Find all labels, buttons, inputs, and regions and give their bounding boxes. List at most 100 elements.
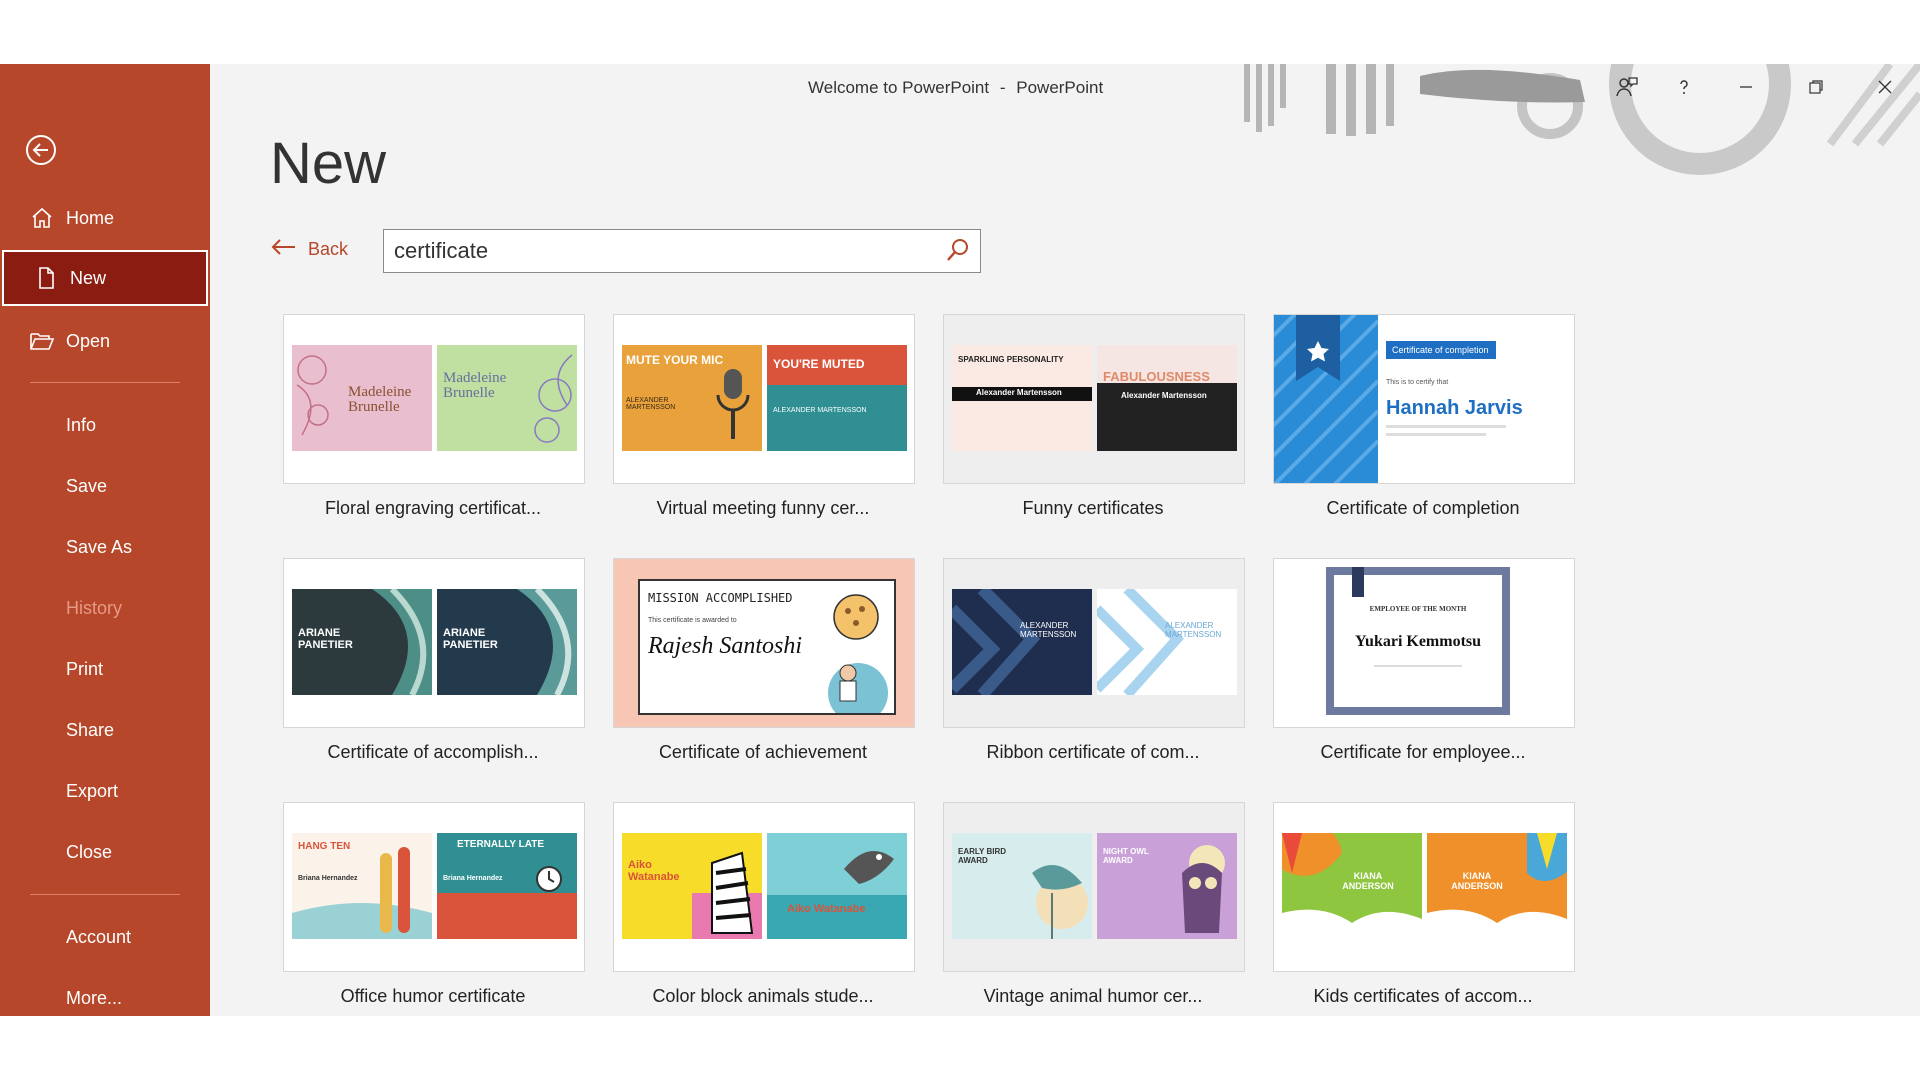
thumbnail-name-text: KIANA ANDERSON (1342, 871, 1394, 891)
template-label: Office humor certificate (340, 986, 526, 1006)
sidebar-item-history: History (0, 580, 210, 636)
thumbnail-card-right: Aiko Watanabe (767, 833, 907, 939)
sidebar-item-label: Save (66, 475, 108, 496)
minimize-button[interactable] (1729, 72, 1763, 106)
template-tile-certificate-of-completion[interactable]: Certificate of completion This is to cer… (1273, 314, 1575, 518)
sidebar-item-open[interactable]: Open (0, 313, 210, 369)
home-icon (28, 204, 56, 232)
template-label: Kids certificates of accom... (1313, 986, 1533, 1006)
template-tile-kids-certificates[interactable]: KIANA ANDERSON KIANA ANDERSON Kids certi… (1273, 802, 1575, 1006)
template-tile-funny-certificates[interactable]: SPARKLING PERSONALITY Alexander Martenss… (943, 314, 1245, 518)
thumbnail-card-right: Madeleine Brunelle (437, 345, 577, 451)
sidebar-item-export[interactable]: Export (0, 763, 210, 819)
restore-icon (1808, 79, 1824, 100)
page-title: New (270, 131, 387, 196)
main-content: Welcome to PowerPoint - PowerPoint New B… (210, 64, 1920, 1016)
blue-stripes-decoration (1274, 315, 1378, 483)
new-document-icon (32, 264, 60, 292)
template-thumbnail: EMPLOYEE OF THE MONTH Yukari Kemmotsu (1273, 558, 1575, 728)
question-mark-icon (1674, 77, 1694, 102)
sidebar-item-account[interactable]: Account (0, 909, 210, 965)
thumbnail-name-text: ALEXANDER MARTENSSON (773, 407, 867, 414)
thumbnail-card-right: ARIANE PANETIER (437, 589, 577, 695)
template-label: Funny certificates (1022, 498, 1164, 518)
template-thumbnail: HANG TEN Briana Hernandez ETERNALLY LATE… (283, 802, 585, 972)
thumbnail-heading-text: EMPLOYEE OF THE MONTH (1369, 605, 1467, 613)
template-tile-certificate-for-employee[interactable]: EMPLOYEE OF THE MONTH Yukari Kemmotsu Ce… (1273, 558, 1575, 762)
close-window-button[interactable] (1868, 72, 1902, 106)
sidebar-item-new[interactable]: New (2, 250, 208, 306)
sidebar-item-save[interactable]: Save (0, 458, 210, 514)
thumbnail-name-text: Hannah Jarvis (1386, 397, 1523, 419)
template-thumbnail: SPARKLING PERSONALITY Alexander Martenss… (943, 314, 1245, 484)
help-button[interactable] (1667, 72, 1701, 106)
template-label: Vintage animal humor cer... (983, 986, 1203, 1006)
search-button[interactable] (942, 236, 974, 268)
back-button[interactable]: Back (270, 238, 348, 261)
thumbnail-name-text: KIANA ANDERSON (1451, 871, 1503, 891)
template-thumbnail: Certificate of completion This is to cer… (1273, 314, 1575, 484)
thumbnail-card-right: YOU'RE MUTED ALEXANDER MARTENSSON (767, 345, 907, 451)
template-tile-certificate-of-accomplishment[interactable]: ARIANE PANETIER ARIANE PANETIER Certific… (283, 558, 585, 762)
powerpoint-backstage: Home New Open Info Save Save As History … (0, 64, 1920, 1016)
back-arrow-circle-icon[interactable] (25, 134, 57, 166)
template-label: Color block animals stude... (652, 986, 874, 1006)
thumbnail-heading-text: YOU'RE MUTED (773, 357, 865, 371)
employee-frame: EMPLOYEE OF THE MONTH Yukari Kemmotsu (1326, 567, 1510, 715)
sidebar-item-print[interactable]: Print (0, 641, 210, 697)
template-tile-color-block-animals[interactable]: Aiko Watanabe Aiko Watanabe Color block … (613, 802, 915, 1006)
thumbnail-card-left: SPARKLING PERSONALITY Alexander Martenss… (952, 345, 1092, 451)
coauthoring-button[interactable] (1610, 72, 1644, 106)
sidebar-item-label: Print (66, 658, 104, 679)
window-title-separator: - (999, 78, 1006, 97)
thumbnail-name-text: Alexander Martensson (976, 388, 1062, 397)
close-icon (1877, 79, 1893, 100)
template-tile-virtual-meeting[interactable]: MUTE YOUR MIC ALEXANDER MARTENSSON YOU'R… (613, 314, 915, 518)
sidebar-item-close[interactable]: Close (0, 824, 210, 880)
sidebar-item-share[interactable]: Share (0, 702, 210, 758)
template-tile-office-humor[interactable]: HANG TEN Briana Hernandez ETERNALLY LATE… (283, 802, 585, 1006)
thumbnail-heading-text: EARLY BIRD AWARD (958, 847, 1007, 865)
template-thumbnail: Aiko Watanabe Aiko Watanabe (613, 802, 915, 972)
back-label: Back (308, 239, 349, 259)
sidebar-item-home[interactable]: Home (0, 190, 210, 246)
sidebar-item-label: Export (66, 780, 119, 801)
thumbnail-card-left: Aiko Watanabe (622, 833, 762, 939)
thumbnail-name-text: Aiko Watanabe (787, 903, 866, 915)
thumbnail-card-right: NIGHT OWL AWARD (1097, 833, 1237, 939)
restore-button[interactable] (1799, 72, 1833, 106)
sidebar-item-more[interactable]: More... (0, 970, 210, 1016)
thumbnail-name-text: Briana Hernandez (443, 875, 503, 882)
thumbnail-name-text: Alexander Martensson (1121, 391, 1207, 400)
thumbnail-card-left: HANG TEN Briana Hernandez (292, 833, 432, 939)
sidebar-item-info[interactable]: Info (0, 397, 210, 453)
template-thumbnail: MUTE YOUR MIC ALEXANDER MARTENSSON YOU'R… (613, 314, 915, 484)
person-feedback-icon (1615, 75, 1639, 104)
template-tile-ribbon-certificate[interactable]: ALEXANDER MARTENSSON ALEXANDER MARTENSSO… (943, 558, 1245, 762)
search-icon (945, 237, 971, 268)
sidebar-item-label: Open (66, 330, 111, 351)
thumbnail-name-text: Yukari Kemmotsu (1354, 633, 1482, 650)
thumbnail-heading-text: NIGHT OWL AWARD (1103, 847, 1149, 865)
thumbnail-intro-text: This certificate is awarded to (648, 617, 737, 624)
thumbnail-name-text: Rajesh Santoshi (648, 633, 802, 659)
search-input[interactable] (394, 236, 934, 266)
completion-badge: Certificate of completion (1386, 341, 1496, 359)
thumbnail-card-left: KIANA ANDERSON (1282, 833, 1422, 939)
thumbnail-card-left: Madeleine Brunelle (292, 345, 432, 451)
thumbnail-badge-text: Certificate of completion (1392, 345, 1489, 355)
thumbnail-card-right: KIANA ANDERSON (1427, 833, 1567, 939)
template-tile-floral-engraving[interactable]: Madeleine Brunelle Madeleine Brunelle Fl… (283, 314, 585, 518)
thumbnail-card-left: MUTE YOUR MIC ALEXANDER MARTENSSON (622, 345, 762, 451)
template-thumbnail: EARLY BIRD AWARD NIGHT OWL AWARD (943, 802, 1245, 972)
template-tile-vintage-animal-humor[interactable]: EARLY BIRD AWARD NIGHT OWL AWARD Vintage… (943, 802, 1245, 1006)
template-label: Certificate of achievement (658, 742, 868, 762)
sidebar-item-label: Info (66, 414, 97, 435)
thumbnail-heading-text: ETERNALLY LATE (457, 839, 545, 850)
sidebar-item-label: More... (66, 987, 123, 1008)
template-tile-certificate-of-achievement[interactable]: MISSION ACCOMPLISHED This certificate is… (613, 558, 915, 762)
sidebar-item-save-as[interactable]: Save As (0, 519, 210, 575)
thumbnail-name-text: ALEXANDER MARTENSSON (626, 397, 676, 411)
thumbnail-card-left: EARLY BIRD AWARD (952, 833, 1092, 939)
template-thumbnail: MISSION ACCOMPLISHED This certificate is… (613, 558, 915, 728)
